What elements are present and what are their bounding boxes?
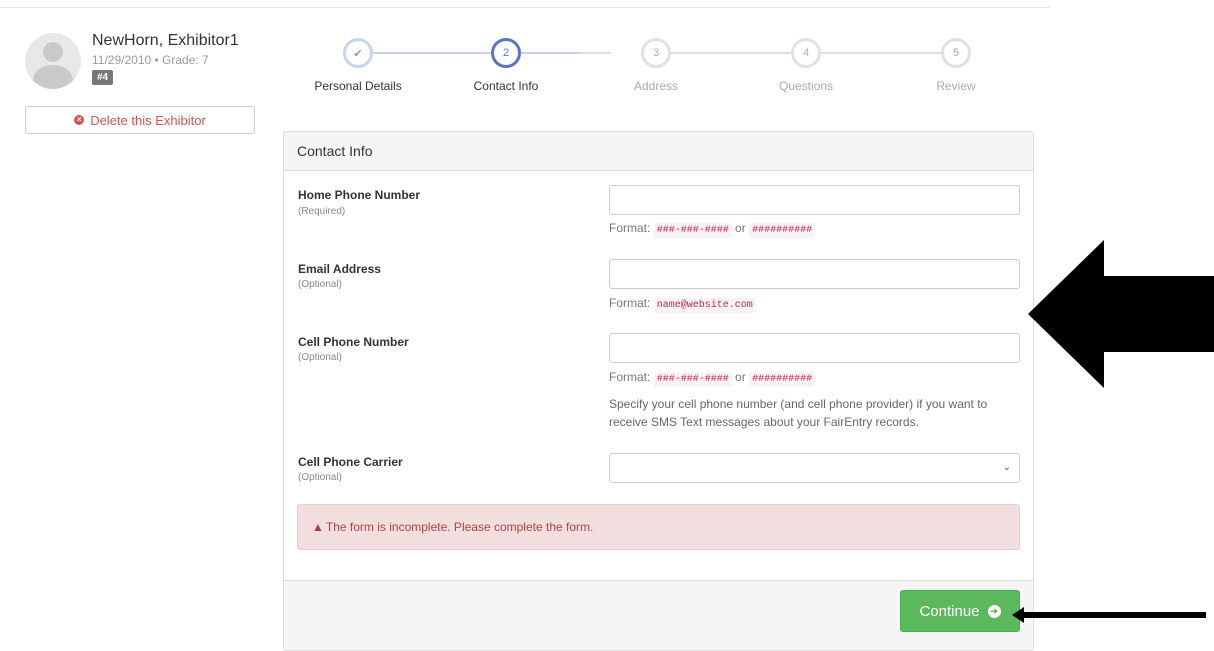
home-phone-format-hint: Format: ###-###-#### or ##########	[609, 221, 816, 238]
panel-title: Contact Info	[284, 132, 1033, 171]
contact-info-panel: Contact Info Home Phone Number (Required…	[283, 131, 1034, 651]
step-connector	[821, 52, 941, 54]
email-format-hint: Format: name@website.com	[609, 296, 756, 313]
exhibitor-name: NewHorn, Exhibitor1	[92, 32, 239, 49]
step-label-personal-details[interactable]: Personal Details	[298, 79, 418, 93]
step-connector	[373, 52, 491, 54]
home-phone-required-note: (Required)	[298, 206, 346, 217]
alert-text: The form is incomplete. Please complete …	[325, 520, 594, 534]
step-1-checkmark-icon[interactable]: ✔	[343, 38, 373, 68]
warning-icon: ▲	[312, 520, 324, 534]
step-label-address[interactable]: Address	[596, 79, 716, 93]
cell-phone-help-text: Specify your cell phone number (and cell…	[609, 397, 988, 429]
cell-carrier-label: Cell Phone Carrier	[298, 455, 403, 469]
step-label-review[interactable]: Review	[896, 79, 1016, 93]
step-5-circle[interactable]: 5	[941, 38, 971, 68]
arrow-circle-right-icon: ➜	[987, 604, 1001, 618]
chevron-down-icon: ⌄	[1002, 462, 1011, 473]
annotation-arrow-icon	[1012, 607, 1206, 623]
step-connector	[521, 52, 581, 54]
exhibitor-meta: 11/29/2010 • Grade: 7	[92, 53, 209, 67]
cell-phone-label: Cell Phone Number	[298, 335, 409, 349]
avatar	[25, 33, 81, 89]
step-connector	[581, 52, 611, 54]
email-input[interactable]	[609, 259, 1020, 289]
continue-label: Continue	[919, 602, 980, 620]
delete-exhibitor-label: Delete this Exhibitor	[90, 112, 206, 128]
home-phone-input[interactable]	[609, 185, 1020, 215]
home-phone-label: Home Phone Number	[298, 188, 421, 202]
step-3-circle[interactable]: 3	[641, 38, 671, 68]
cell-phone-input[interactable]	[609, 333, 1020, 363]
cell-carrier-optional-note: (Optional)	[298, 472, 342, 483]
cell-carrier-select[interactable]: ⌄	[609, 453, 1020, 483]
step-connector	[671, 52, 791, 54]
step-4-circle[interactable]: 4	[791, 38, 821, 68]
cell-phone-optional-note: (Optional)	[298, 352, 342, 363]
step-label-questions[interactable]: Questions	[746, 79, 866, 93]
continue-button[interactable]: Continue ➜	[900, 590, 1020, 632]
cell-phone-format-hint: Format: ###-###-#### or ##########	[609, 370, 816, 387]
email-optional-note: (Optional)	[298, 279, 342, 290]
remove-circle-icon: ×	[74, 115, 85, 125]
top-divider	[0, 7, 1050, 8]
email-label: Email Address	[298, 262, 381, 276]
step-label-contact-info[interactable]: Contact Info	[446, 79, 566, 93]
delete-exhibitor-button[interactable]: × Delete this Exhibitor	[25, 106, 255, 134]
incomplete-form-alert: ▲ The form is incomplete. Please complet…	[297, 504, 1020, 550]
exhibitor-number-badge: #4	[92, 70, 114, 85]
annotation-arrow-icon	[1028, 240, 1214, 388]
step-2-circle[interactable]: 2	[491, 38, 521, 68]
